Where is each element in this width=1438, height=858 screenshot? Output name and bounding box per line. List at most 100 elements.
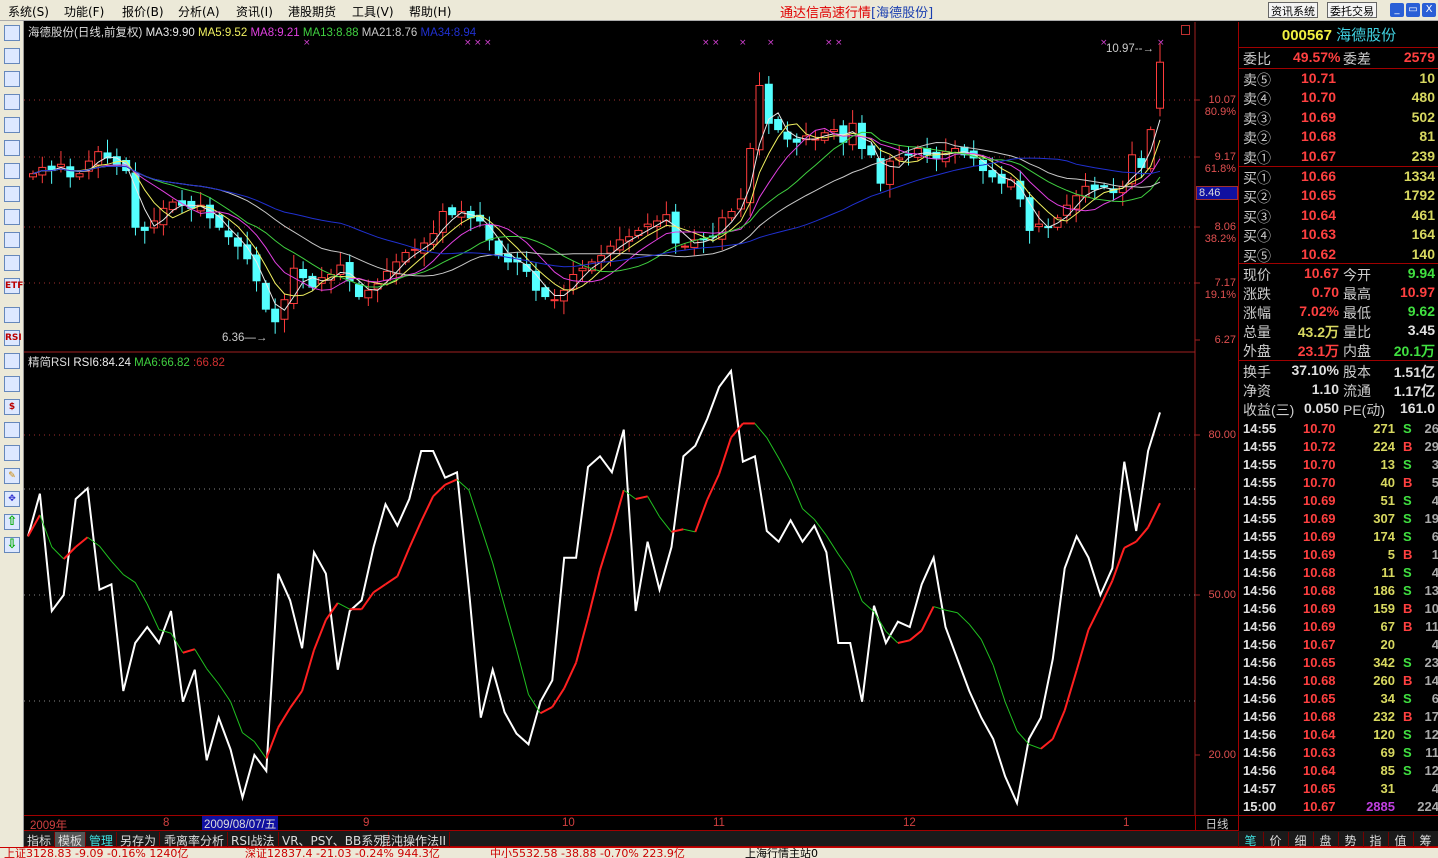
- trade-row: 14:55 10.69 307 S 19: [1243, 511, 1438, 526]
- candle-up: [94, 151, 103, 166]
- rsi-ma-segment: [1147, 502, 1161, 528]
- status-server: 上海行情主站0: [745, 847, 818, 858]
- candle-down: [448, 207, 457, 216]
- trade-row: 14:55 10.70 40 B 5: [1243, 475, 1438, 490]
- stock-header: 000567 海德股份: [1239, 24, 1438, 45]
- price-label: 10.07 80.9%: [1204, 94, 1236, 118]
- trade-button[interactable]: 委托交易: [1327, 2, 1377, 18]
- rsi-ma-segment: [837, 553, 851, 572]
- candle-up: [29, 173, 37, 178]
- rsi-ma-segment: [873, 611, 887, 632]
- menu-hk-futures[interactable]: 港股期货: [288, 3, 336, 20]
- rsi-ma-segment: [909, 629, 923, 642]
- rsi-title: 精简RSI: [28, 357, 71, 369]
- menu-help[interactable]: 帮助(H): [409, 3, 451, 20]
- trade-row: 14:56 10.65 34 S 6: [1243, 691, 1438, 706]
- etf-icon[interactable]: ETF: [4, 278, 23, 294]
- menu-function[interactable]: 功能(F): [64, 3, 104, 20]
- wave-icon[interactable]: [4, 307, 20, 323]
- rsi-ma-segment: [504, 606, 518, 650]
- ma-label: MA13:8.88: [302, 27, 359, 39]
- menu-quote[interactable]: 报价(B): [122, 3, 164, 20]
- formula-icon[interactable]: [4, 232, 20, 248]
- main-chart-header: 海德股份(日线,前复权) MA3:9.90 MA5:9.52 MA8:9.21 …: [28, 24, 476, 40]
- menu-info[interactable]: 资讯(I): [236, 3, 273, 20]
- trade-row: 14:56 10.67 20 4: [1243, 637, 1438, 652]
- status-bar: 上证3128.83 -9.09 -0.16% 1240亿 深证12837.4 -…: [0, 847, 1438, 858]
- rsi-ma-segment: [766, 437, 780, 459]
- trade-row: 14:56 10.68 232 B 17: [1243, 709, 1438, 724]
- search-icon[interactable]: [4, 255, 20, 271]
- rsi-ma-segment: [1063, 670, 1078, 711]
- candle-down: [904, 153, 913, 156]
- rsi-ma-segment: [968, 624, 982, 640]
- users-icon[interactable]: [4, 209, 20, 225]
- signal-marker: ×: [484, 38, 492, 48]
- pencil-icon[interactable]: ✎: [4, 468, 20, 484]
- rsi-ma-segment: [647, 496, 660, 518]
- candle-down: [66, 166, 75, 178]
- candle-up: [680, 245, 689, 248]
- status-sme-index: 中小5532.58 -38.88 -0.70% 223.9亿: [490, 847, 685, 858]
- app-title-text: 通达信高速行情: [780, 6, 872, 21]
- kline-icon[interactable]: [4, 94, 20, 110]
- candle-up: [1128, 154, 1137, 185]
- candle-up: [727, 211, 736, 219]
- price-label: 7.17 19.1%: [1204, 277, 1236, 301]
- candle-up: [830, 129, 839, 133]
- rsi-ma-segment: [420, 495, 435, 522]
- minimize-button[interactable]: _: [1390, 3, 1404, 17]
- list-icon[interactable]: [4, 140, 20, 156]
- ask-row: 卖⑤ 10.71 10: [1243, 70, 1435, 88]
- date-month: 9: [363, 817, 370, 829]
- fundamental-row: 净资 1.10 流通 1.17亿: [1243, 381, 1435, 399]
- candle-up: [569, 274, 578, 290]
- rsi-ma-segment: [182, 648, 196, 654]
- rsi-ma-segment: [1004, 701, 1018, 732]
- line-chart-icon[interactable]: [4, 71, 20, 87]
- close-button[interactable]: X: [1422, 3, 1436, 17]
- date-month: 1: [1123, 817, 1130, 829]
- menu-system[interactable]: 系统(S): [8, 3, 49, 20]
- bottom-tabs: 指标 模板 管理 另存为 乖离率分析 RSI战法 VR、PSY、BB系列 混沌操…: [24, 831, 1438, 849]
- down-arrow-icon[interactable]: ⇩: [4, 537, 20, 553]
- layout-icon[interactable]: [4, 376, 20, 392]
- candle-down: [1100, 185, 1109, 188]
- candle-down: [783, 131, 792, 140]
- rsi-ma-segment: [528, 694, 541, 714]
- restore-button[interactable]: ▭: [1406, 3, 1420, 17]
- news-system-button[interactable]: 资讯系统: [1268, 2, 1318, 18]
- move-icon[interactable]: ✥: [4, 491, 20, 507]
- candle-down: [354, 284, 363, 298]
- candle-down: [1090, 184, 1099, 190]
- import-icon[interactable]: [4, 445, 20, 461]
- date-month: 11: [713, 817, 725, 829]
- candle-up: [578, 267, 587, 272]
- mail-icon[interactable]: [4, 186, 20, 202]
- menu-analysis[interactable]: 分析(A): [178, 3, 220, 20]
- dollar-icon[interactable]: $: [4, 399, 20, 415]
- grid-icon[interactable]: [4, 48, 20, 64]
- ask-row: 卖③ 10.69 502: [1243, 108, 1435, 127]
- signal-marker: ×: [825, 38, 833, 48]
- trade-row: 14:56 10.64 85 S 12: [1243, 763, 1438, 778]
- rsi-icon[interactable]: RSI: [4, 330, 22, 346]
- cursor-date: 2009/08/07/五: [202, 816, 279, 831]
- price-label: 8.06 38.2%: [1204, 221, 1236, 245]
- period-selector[interactable]: 日线: [1195, 816, 1238, 831]
- tree-icon[interactable]: [4, 163, 20, 179]
- date-axis: 2009年 8 2009/08/07/五 9 10 11 12 1 日线: [24, 815, 1238, 832]
- tools-icon[interactable]: [4, 422, 20, 438]
- quote-icon[interactable]: [4, 25, 20, 41]
- up-arrow-icon[interactable]: ⇧: [4, 514, 20, 530]
- windows-icon[interactable]: [4, 117, 20, 133]
- refresh-icon[interactable]: [4, 353, 20, 369]
- rsi-ma-segment: [384, 575, 398, 586]
- rsi-ma-segment: [337, 602, 350, 610]
- menu-tools[interactable]: 工具(V): [352, 3, 394, 20]
- trade-row: 14:56 10.65 342 S 23: [1243, 655, 1438, 670]
- rsi-ma-segment: [575, 617, 590, 663]
- panel-toggle-icon[interactable]: [1181, 25, 1190, 35]
- chart-canvas[interactable]: × × × × × × × × × × × ×: [24, 22, 1238, 815]
- bid-row: 买③ 10.64 461: [1243, 206, 1435, 225]
